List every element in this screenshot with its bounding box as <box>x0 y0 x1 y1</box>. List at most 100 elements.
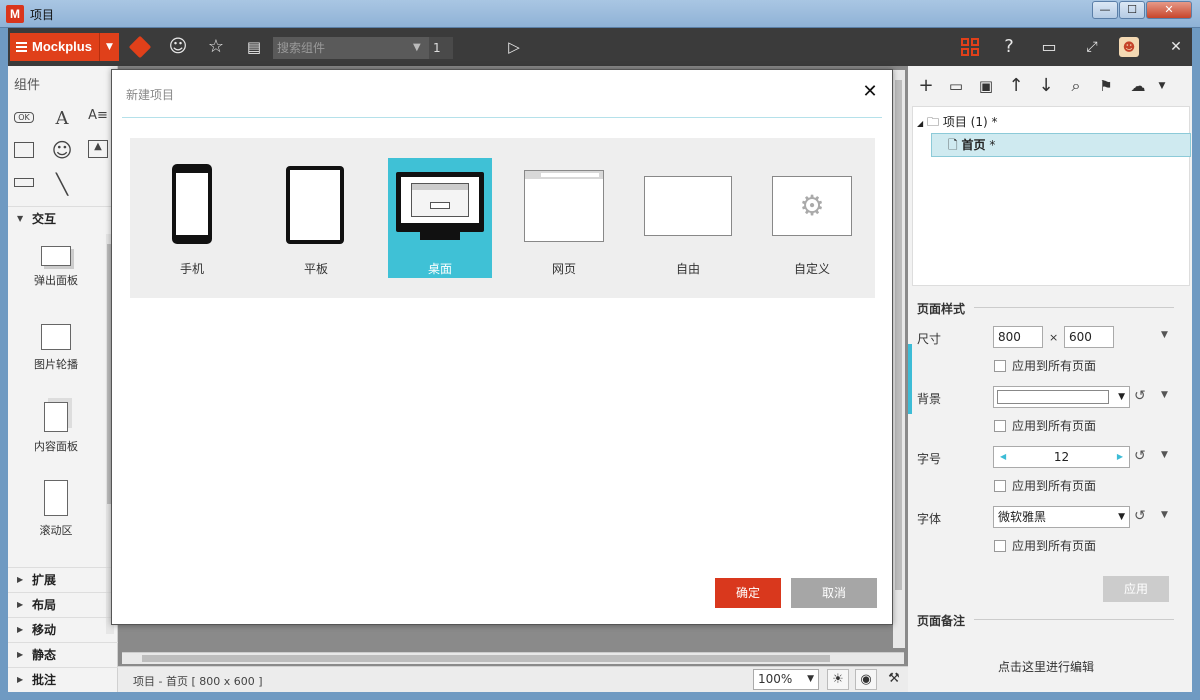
search-icon[interactable]: ⌕ <box>1064 74 1088 98</box>
tree-project-root[interactable]: ◢ 🗀 项目 (1) * <box>917 113 997 134</box>
project-type-phone[interactable]: 手机 <box>140 158 244 278</box>
section-layout-label: 布局 <box>32 598 57 612</box>
collapsed-triangle-icon: ▶ <box>17 575 24 584</box>
component-scroll-area[interactable]: 滚动区 <box>26 480 86 538</box>
height-input[interactable]: 600 <box>1064 326 1114 348</box>
section-interact[interactable]: ▼ 交互 <box>8 206 118 230</box>
content-panel-icon <box>44 402 68 432</box>
collapsed-triangle-icon: ▶ <box>17 650 24 659</box>
reset-font-size-icon[interactable]: ↺ <box>1134 448 1146 464</box>
search-dropdown-arrow-icon[interactable]: ▼ <box>413 37 421 59</box>
component-content-panel[interactable]: 内容面板 <box>26 402 86 454</box>
project-type-web[interactable]: 网页 <box>512 158 616 278</box>
user-avatar[interactable]: ☻ <box>1119 37 1139 57</box>
component-popup-panel[interactable]: 弹出面板 <box>26 246 86 288</box>
play-icon[interactable]: ▷ <box>502 35 526 59</box>
window-mode-icon[interactable]: ▭ <box>1037 35 1061 59</box>
reset-font-icon[interactable]: ↺ <box>1134 508 1146 524</box>
apply-font-all-checkbox[interactable]: 应用到所有页面 <box>994 537 1096 554</box>
grid-view-icon[interactable] <box>961 38 979 56</box>
star-icon[interactable]: ☆ <box>204 35 228 59</box>
background-more-icon[interactable]: ▼ <box>1161 390 1168 400</box>
project-type-custom[interactable]: ⚙ 自定义 <box>760 158 864 278</box>
add-page-icon[interactable]: + <box>914 74 938 98</box>
smiley-component-icon[interactable]: ☺ <box>50 138 74 162</box>
apply-font-size-all-checkbox[interactable]: 应用到所有页面 <box>994 477 1096 494</box>
apply-size-all-checkbox[interactable]: 应用到所有页面 <box>994 357 1096 374</box>
zoom-select[interactable]: 100% ▼ <box>753 669 819 690</box>
move-down-icon[interactable]: ↓ <box>1034 74 1058 98</box>
font-size-stepper[interactable]: ◀ 12 ▶ <box>993 446 1130 468</box>
wrench-icon[interactable]: ⚒ <box>883 669 905 690</box>
apply-font-all-label: 应用到所有页面 <box>1012 539 1097 553</box>
project-type-tablet[interactable]: 平板 <box>264 158 368 278</box>
project-type-desktop[interactable]: 桌面 <box>388 158 492 278</box>
layout-icon[interactable]: ▤ <box>242 35 266 59</box>
save-icon[interactable]: ▣ <box>974 74 998 98</box>
move-up-icon[interactable]: ↑ <box>1004 74 1028 98</box>
brightness-icon[interactable]: ☀ <box>827 669 849 690</box>
font-more-icon[interactable]: ▼ <box>1161 510 1168 520</box>
brand-dropdown-button[interactable]: ▼ <box>99 33 119 61</box>
paragraph-component-icon[interactable]: A≡ <box>86 108 110 123</box>
maximize-button[interactable]: ☐ <box>1119 1 1145 19</box>
size-dropdown-icon[interactable]: ▼ <box>1161 330 1168 340</box>
apply-bg-all-checkbox[interactable]: 应用到所有页面 <box>994 417 1096 434</box>
background-color-select[interactable]: ▼ <box>993 386 1130 408</box>
apply-font-size-all-label: 应用到所有页面 <box>1012 479 1097 493</box>
notes-edit-hint[interactable]: 点击这里进行编辑 <box>998 658 1094 675</box>
section-annotation-label: 批注 <box>32 673 57 687</box>
canvas-vertical-scrollbar[interactable] <box>893 70 905 648</box>
tree-page-home[interactable]: 🗋 首页 * <box>931 133 1191 157</box>
search-components-input[interactable]: 搜索组件 <box>273 37 429 59</box>
decrease-icon[interactable]: ◀ <box>1000 447 1006 467</box>
font-select[interactable]: 微软雅黑 ▼ <box>993 506 1130 528</box>
apply-button[interactable]: 应用 <box>1103 576 1169 602</box>
properties-panel: + ▭ ▣ ↑ ↓ ⌕ ⚑ ☁ ▼ ◢ 🗀 项目 (1) * 🗋 首页 * 页面… <box>908 66 1192 692</box>
component-image-carousel[interactable]: 图片轮播 <box>26 324 86 372</box>
cloud-dropdown-icon[interactable]: ▼ <box>1150 74 1174 98</box>
increase-icon[interactable]: ▶ <box>1117 447 1123 467</box>
section-static[interactable]: ▶ 静态 <box>8 642 118 666</box>
emoji-icon[interactable]: ☺ <box>166 35 190 59</box>
toolbar-close-icon[interactable]: ✕ <box>1164 35 1188 59</box>
tree-root-label: 项目 (1) <box>942 115 988 129</box>
input-component-icon[interactable] <box>14 178 34 187</box>
image-component-icon[interactable]: ▲ <box>88 140 108 158</box>
collapsed-triangle-icon: ▶ <box>17 675 24 684</box>
new-project-dialog: 新建项目 ✕ 手机 平板 桌面 网页 自由 ⚙ 自定义 确定 取消 <box>111 69 893 625</box>
size-separator: × <box>1049 331 1059 344</box>
canvas-horizontal-scrollbar[interactable] <box>122 652 904 664</box>
text-component-icon[interactable]: A <box>50 108 74 129</box>
section-layout[interactable]: ▶ 布局 <box>8 592 118 616</box>
project-type-free[interactable]: 自由 <box>636 158 740 278</box>
hamburger-icon <box>16 42 27 52</box>
cloud-icon[interactable]: ☁ <box>1126 74 1150 98</box>
minimize-button[interactable]: — <box>1092 1 1118 19</box>
window-title: 项目 <box>30 8 55 22</box>
section-annotation[interactable]: ▶ 批注 <box>8 667 118 691</box>
line-component-icon[interactable]: ╲ <box>50 172 74 196</box>
button-component-icon[interactable]: OK <box>14 112 34 123</box>
main-toolbar: Mockplus ▼ ☺ ☆ ▤ 搜索组件 ▼ 1 ▷ ? ▭ ⤢ ☻ ✕ <box>8 28 1192 66</box>
app-logo-icon: M <box>6 5 24 23</box>
rectangle-component-icon[interactable] <box>14 142 34 158</box>
zoom-dropdown-icon: ▼ <box>807 674 814 684</box>
eye-icon[interactable]: ◉ <box>855 669 877 690</box>
fullscreen-icon[interactable]: ⤢ <box>1080 35 1104 59</box>
cancel-button[interactable]: 取消 <box>791 578 877 608</box>
flag-icon[interactable]: ⚑ <box>1094 74 1118 98</box>
confirm-button[interactable]: 确定 <box>715 578 781 608</box>
page-number-field[interactable]: 1 <box>429 37 453 59</box>
font-size-more-icon[interactable]: ▼ <box>1161 450 1168 460</box>
reset-background-icon[interactable]: ↺ <box>1134 388 1146 404</box>
project-type-phone-label: 手机 <box>179 262 204 276</box>
dialog-close-icon[interactable]: ✕ <box>860 82 880 102</box>
section-mobile[interactable]: ▶ 移动 <box>8 617 118 641</box>
section-extend[interactable]: ▶ 扩展 <box>8 567 118 591</box>
window-close-button[interactable]: ✕ <box>1146 1 1192 19</box>
folder-icon[interactable]: ▭ <box>944 74 968 98</box>
cube-icon[interactable] <box>128 35 152 59</box>
help-icon[interactable]: ? <box>997 35 1021 59</box>
width-input[interactable]: 800 <box>993 326 1043 348</box>
